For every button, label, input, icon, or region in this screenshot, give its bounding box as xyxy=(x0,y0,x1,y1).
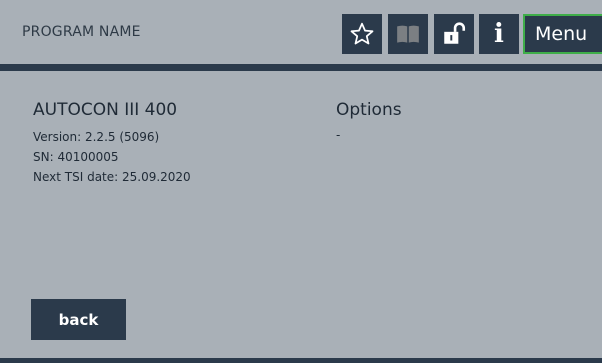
lock-button[interactable] xyxy=(434,14,474,54)
serial-number-text: SN: 40100005 xyxy=(33,150,119,164)
version-text: Version: 2.2.5 (5096) xyxy=(33,130,160,144)
bottom-divider xyxy=(0,358,602,363)
screen: PROGRAM NAME i Menu AUTOCON III 400 Vers… xyxy=(0,0,602,363)
unlock-icon xyxy=(444,22,466,44)
info-button[interactable]: i xyxy=(479,14,519,54)
header: PROGRAM NAME i Menu xyxy=(0,0,602,64)
program-name: PROGRAM NAME xyxy=(22,24,141,40)
device-title: AUTOCON III 400 xyxy=(33,100,178,120)
header-divider xyxy=(0,64,602,71)
info-icon: i xyxy=(494,19,504,49)
back-button[interactable]: back xyxy=(31,299,126,340)
favorites-button[interactable] xyxy=(342,14,382,54)
options-value: - xyxy=(336,128,341,142)
next-tsi-date-text: Next TSI date: 25.09.2020 xyxy=(33,170,191,184)
menu-button[interactable]: Menu xyxy=(523,14,602,54)
manual-button[interactable] xyxy=(388,14,428,54)
star-icon xyxy=(350,22,374,45)
options-title: Options xyxy=(336,100,402,120)
book-icon xyxy=(397,25,419,43)
